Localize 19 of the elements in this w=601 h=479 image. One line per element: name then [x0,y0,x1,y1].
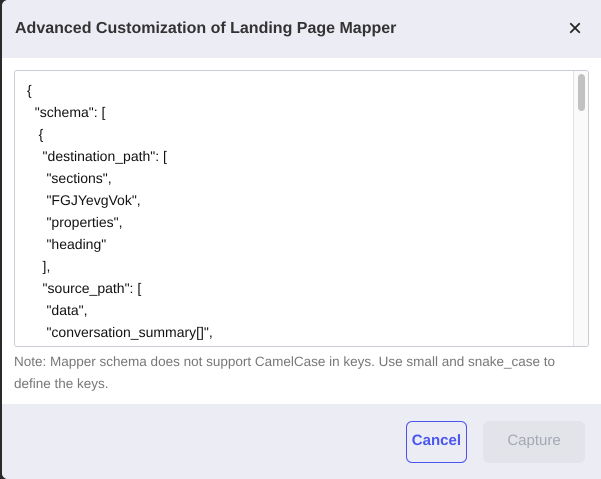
code-line: "data", [45,301,89,320]
code-line: ], [42,257,52,276]
code-line: "properties", [45,213,124,232]
code-line: "sections", [45,169,113,188]
code-line: "destination_path": [ [42,147,168,166]
note-text: Note: Mapper schema does not support CamelCase in keys. Use small and snake_case to define the keys. [14,353,556,393]
close-button[interactable]: × [565,19,585,39]
code-line: "schema": [ [34,103,106,122]
dialog-button[interactable]: Cancel [406,420,467,462]
code-line: "heading" [45,235,108,254]
code-line: "FGJYevgVok", [45,191,142,210]
scrollbar[interactable] [573,71,588,346]
code-line: "source_path": [ [42,279,142,298]
scrollbar-thumb[interactable] [578,74,584,111]
code-line: { [38,125,44,144]
code-line: "conversation_summary[]", [45,323,214,342]
code-editor[interactable]: { "schema": [ { "destination_path": [ "sections", "FGJYevgVok", "properties", "heading" ], "source_path": [ "data", "conversation_summary[]", [14,70,589,347]
dialog-title: Advanced Customization of Landing Page Mapper [15,19,396,39]
code-line: { [27,81,33,100]
